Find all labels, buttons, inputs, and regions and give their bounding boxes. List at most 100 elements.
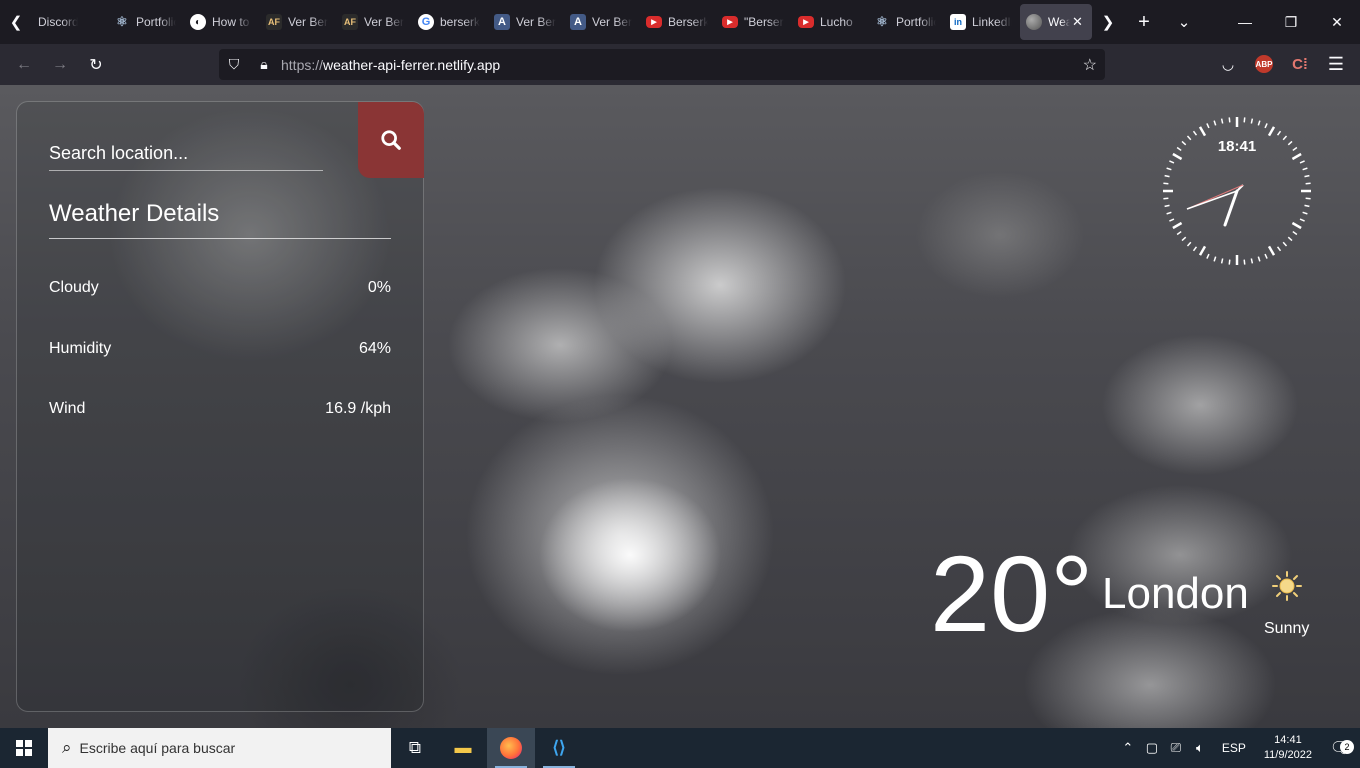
- language-indicator[interactable]: ESP: [1212, 741, 1256, 755]
- firefox-taskbar-button[interactable]: [487, 728, 535, 768]
- clock-tick: [1213, 256, 1217, 262]
- temperature: 20°: [930, 533, 1094, 654]
- network-icon[interactable]: ⎚: [1164, 740, 1188, 756]
- clock-tick: [1213, 120, 1217, 126]
- detail-label: Wind: [49, 400, 86, 417]
- pocket-icon[interactable]: ◡: [1212, 48, 1244, 80]
- windows-taskbar: ⌕ Escribe aquí para buscar ⧉ ▬ ⟨⟩ ⌃ ▢ ⎚ …: [0, 728, 1360, 768]
- system-tray: ⌃ ▢ ⎚ 🔈︎ ESP 14:41 11/9/2022 🗨︎ 2: [1116, 728, 1360, 768]
- file-explorer-button[interactable]: ▬: [439, 728, 487, 768]
- clock-tick: [1186, 241, 1192, 247]
- tab-youtube-berserk[interactable]: ▶ Berserk: [640, 4, 716, 40]
- clock-tick: [1276, 130, 1282, 136]
- minimize-button[interactable]: —: [1222, 0, 1268, 44]
- clock-tick: [1186, 135, 1192, 141]
- notification-count: 2: [1340, 740, 1354, 754]
- task-view-button[interactable]: ⧉: [391, 728, 439, 768]
- detail-value: 16.9 /kph: [325, 400, 391, 417]
- tab-ver-berserk-4[interactable]: A Ver Berserk: [564, 4, 640, 40]
- react-icon: ⚛: [116, 14, 128, 29]
- tab-label: Discord: [38, 15, 78, 29]
- volume-icon[interactable]: 🔈︎: [1188, 740, 1212, 756]
- close-tab-icon[interactable]: ✕: [1072, 14, 1083, 30]
- detail-row-cloudy: Cloudy 0%: [49, 279, 391, 297]
- clock-tick: [1287, 236, 1293, 242]
- tab-linkedin[interactable]: in LinkedIn: [944, 4, 1020, 40]
- tabs-scroll-left-button[interactable]: ❮: [0, 0, 32, 44]
- clock-tick: [1169, 160, 1175, 164]
- adblock-plus-icon[interactable]: ABP: [1248, 48, 1280, 80]
- detail-row-humidity: Humidity 64%: [49, 340, 391, 358]
- clock-tick: [1172, 152, 1183, 161]
- weather-details-panel: Weather Details Cloudy 0% Humidity 64% W…: [16, 101, 424, 712]
- tab-discord[interactable]: Discord: [32, 4, 108, 40]
- clock-tick: [1282, 241, 1288, 247]
- tab-weather[interactable]: Weather✕: [1020, 4, 1092, 40]
- search-icon: ⌕: [62, 738, 72, 757]
- tab-strip: ❮ Discord ⚛ Portfolio ◐ How to AF Ver Berse…: [0, 0, 1360, 44]
- vscode-taskbar-button[interactable]: ⟨⟩: [535, 728, 583, 768]
- clock-tick: [1282, 135, 1288, 141]
- tab-portfolio-2[interactable]: ⚛ Portfolio: [868, 4, 944, 40]
- extension-icon[interactable]: C⁞: [1284, 48, 1316, 80]
- restore-button[interactable]: ❐: [1268, 0, 1314, 44]
- url-bar[interactable]: ⛉ 🔒︎ https://weather-api-ferrer.netlify.…: [219, 49, 1105, 80]
- tab-label: Ver Berserk: [516, 15, 556, 29]
- forward-button[interactable]: →: [42, 49, 78, 81]
- notifications-button[interactable]: 🗨︎ 2: [1320, 738, 1360, 758]
- tab-ver-berserk-2[interactable]: AF Ver Berserk: [336, 4, 412, 40]
- list-all-tabs-button[interactable]: ⌄: [1164, 0, 1204, 44]
- start-button[interactable]: [0, 728, 48, 768]
- clock-tick: [1291, 152, 1302, 161]
- clock-tick: [1176, 146, 1182, 152]
- af-icon: AF: [266, 14, 282, 30]
- windows-logo-icon: [16, 740, 32, 756]
- tracking-shield-icon[interactable]: ⛉: [219, 56, 249, 73]
- clock-tick: [1164, 174, 1170, 178]
- menu-icon[interactable]: ☰: [1320, 48, 1352, 80]
- firefox-icon: [500, 737, 522, 759]
- tab-portfolio[interactable]: ⚛ Portfolio: [108, 4, 184, 40]
- tab-how-to[interactable]: ◐ How to: [184, 4, 260, 40]
- clock-tick: [1257, 256, 1261, 262]
- weather-details-title: Weather Details: [49, 200, 391, 239]
- clock-tick: [1302, 211, 1308, 215]
- clock-tick: [1257, 120, 1261, 126]
- back-button[interactable]: ←: [6, 49, 42, 81]
- url-text[interactable]: https://weather-api-ferrer.netlify.app: [281, 57, 500, 73]
- tab-ver-berserk-1[interactable]: AF Ver Berserk: [260, 4, 336, 40]
- taskbar-search-box[interactable]: ⌕ Escribe aquí para buscar: [48, 728, 391, 768]
- clock-tick: [1305, 182, 1311, 185]
- clock-tick: [1302, 167, 1308, 171]
- tab-label: Portfolio: [136, 15, 176, 29]
- new-tab-button[interactable]: +: [1124, 0, 1164, 44]
- lock-icon[interactable]: 🔒︎: [249, 56, 279, 73]
- close-window-button[interactable]: ✕: [1314, 0, 1360, 44]
- clock-tick: [1220, 258, 1224, 264]
- search-icon: [381, 130, 401, 150]
- clock-tick: [1181, 236, 1187, 242]
- device-icon[interactable]: ▢: [1140, 740, 1164, 756]
- tab-youtube-berserk-quoted[interactable]: ▶ "Berserk: [716, 4, 792, 40]
- taskbar-search-placeholder: Escribe aquí para buscar: [79, 740, 236, 756]
- search-location-input[interactable]: [49, 137, 323, 171]
- taskbar-clock[interactable]: 14:41 11/9/2022: [1256, 733, 1320, 763]
- clock-minute-hand-long: [1186, 190, 1238, 210]
- clock-tick: [1163, 197, 1169, 200]
- tab-label: Lucho: [820, 15, 853, 29]
- chevron-up-icon[interactable]: ⌃: [1116, 740, 1140, 756]
- tab-youtube-lucho[interactable]: ▶ Lucho: [792, 4, 868, 40]
- search-button[interactable]: [358, 102, 424, 178]
- taskbar-date: 11/9/2022: [1263, 749, 1312, 761]
- reload-button[interactable]: ↻: [78, 49, 114, 81]
- tab-google-berserk[interactable]: Gberserk: [412, 4, 488, 40]
- clock-tick: [1228, 117, 1231, 123]
- detail-label: Cloudy: [49, 279, 99, 296]
- clock-tick: [1250, 118, 1254, 124]
- tabs-scroll-right-button[interactable]: ❯: [1092, 0, 1124, 44]
- tab-label: Berserk: [668, 15, 708, 29]
- bookmark-star-icon[interactable]: ☆: [1083, 55, 1097, 75]
- tab-label: Ver Berserk: [288, 15, 328, 29]
- clock-tick: [1228, 259, 1231, 265]
- tab-ver-berserk-3[interactable]: A Ver Berserk: [488, 4, 564, 40]
